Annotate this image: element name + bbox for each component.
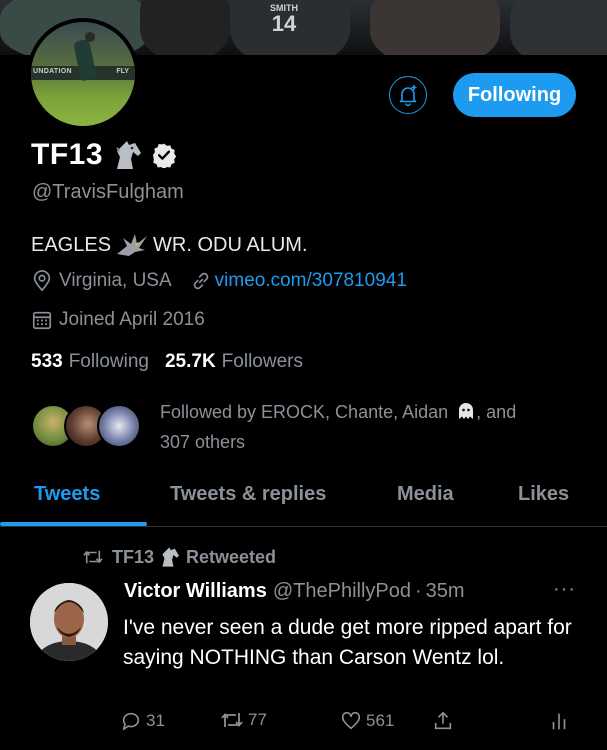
profile-tabs: Tweets Tweets & replies Media Likes [0,470,607,527]
tab-tweets-replies[interactable]: Tweets & replies [170,483,326,506]
joined-date: Joined April 2016 [59,309,205,330]
analytics-button[interactable] [548,710,570,732]
horse-icon [116,141,142,169]
followed-by-text[interactable]: Followed by EROCK, Chante, Aidan , and 3… [160,397,580,457]
website-link[interactable]: vimeo.com/307810941 [215,270,407,292]
tweet-text: I've never seen a dude get more ripped a… [123,616,572,669]
share-icon [434,711,452,730]
reply-icon [122,712,140,731]
follow-stats: 533 Following 25.7K Followers [31,351,303,373]
tweet-header: Victor Williams @ThePhillyPod · 35m [124,580,465,603]
like-count: 561 [366,711,395,730]
ghost-icon [459,403,474,419]
location-text: Virginia, USA [59,270,172,291]
profile-handle: @TravisFulgham [32,181,184,203]
retweeted-label: Retweeted [186,546,277,567]
tab-tweets[interactable]: Tweets [34,483,100,506]
eagle-icon [117,234,148,256]
notifications-bell-button[interactable] [389,76,427,114]
tweet-more-button[interactable]: ··· [553,578,576,601]
tab-likes[interactable]: Likes [518,483,569,506]
verified-badge-icon [152,143,177,168]
retweet-button[interactable]: 77 [220,710,267,730]
tweet-author-avatar[interactable] [30,583,108,661]
following-stat[interactable]: 533 Following [31,351,149,373]
bio-text-2: WR. ODU ALUM. [153,233,308,256]
jersey-number: SMITH 14 [270,3,298,36]
retweet-count: 77 [248,710,267,729]
tab-media[interactable]: Media [397,483,454,506]
profile-bio: EAGLES WR. ODU ALUM. [31,232,308,258]
retweet-icon [221,713,243,727]
retweeted-by-name: TF13 [112,546,155,567]
avatar-wall-text-right: FLY [116,68,129,75]
tweet-author-name[interactable]: Victor Williams [124,580,267,603]
bio-text-1: EAGLES [31,233,112,256]
reply-button[interactable]: 31 [120,710,165,732]
share-button[interactable] [432,710,454,732]
like-button[interactable]: 561 [340,710,394,732]
active-tab-indicator [0,522,147,526]
tweet-actions: 31 77 561 [120,710,580,736]
profile-avatar[interactable]: UNDATION FLY [27,18,139,130]
tweet-separator: · [415,580,422,602]
horse-icon [162,547,179,567]
tweet-author-handle[interactable]: @ThePhillyPod [273,580,411,603]
follower-avatar-3 [97,404,141,448]
retweet-icon [83,550,103,564]
link-icon [193,272,208,290]
avatar-wall-text: UNDATION [33,68,72,75]
bell-plus-icon [399,85,417,107]
tweet-time[interactable]: 35m [426,580,465,603]
location-pin-icon [33,270,51,292]
retweet-context[interactable]: TF13 Retweeted [82,546,276,568]
analytics-icon [552,713,566,730]
reply-count: 31 [146,711,165,730]
following-button[interactable]: Following [453,73,576,117]
display-name: TF13 [31,138,104,171]
calendar-icon [32,311,52,330]
heart-icon [341,711,361,730]
followers-stat[interactable]: 25.7K Followers [165,351,303,373]
